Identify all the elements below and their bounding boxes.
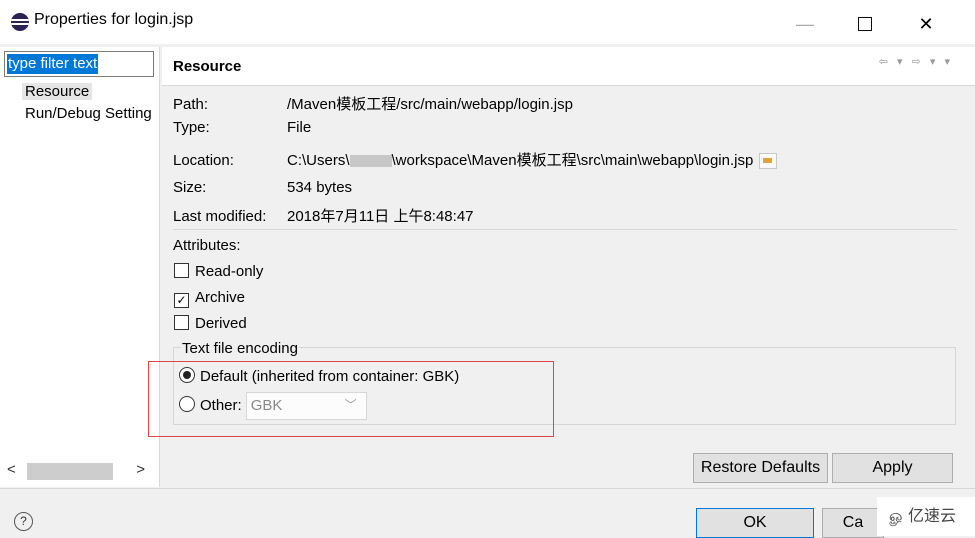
maximize-button[interactable] [842,10,888,38]
location-suffix: \workspace\Maven模板工程\src\main\webapp\log… [391,152,754,169]
watermark-logo-icon: ௐ [889,508,905,525]
checkbox-icon[interactable] [174,263,189,278]
path-value: /Maven模板工程/src/main/webapp/login.jsp [287,96,573,113]
page-title: Resource [173,58,242,75]
size-value: 534 bytes [287,179,353,196]
page-header: Resource ⇦ ▾ ⇨ ▾ ▾ [162,47,975,86]
modified-label: Last modified: [173,208,267,225]
redacted-username [349,155,392,168]
type-value: File [287,119,312,136]
ok-button[interactable]: OK [696,508,814,538]
attributes-heading: Attributes: [173,237,241,254]
encoding-group-label: Text file encoding [181,340,299,357]
restore-defaults-button[interactable]: Restore Defaults [693,453,828,483]
path-label: Path: [173,96,209,113]
window-title: Properties for login.jsp [34,11,194,28]
read-only-label: Read-only [195,263,264,280]
open-location-icon[interactable] [759,153,778,170]
archive-checkbox[interactable]: ✓ Archive [174,289,245,308]
derived-label: Derived [195,315,247,332]
eclipse-icon [11,13,29,31]
location-row: Location: C:\Users\ \workspace\Maven模板工程\s… [173,149,778,170]
apply-button[interactable]: Apply [832,453,953,483]
location-label: Location: [173,152,234,169]
footer-divider [0,488,975,489]
filter-text: type filter text [7,54,99,74]
tree-item-resource[interactable]: Resource [22,83,93,100]
maximize-icon [858,17,872,31]
filter-input[interactable]: type filter text [4,51,154,77]
close-button[interactable]: ✕ [903,10,949,38]
property-page-tree: type filter text Resource Run/Debug Sett… [0,47,160,487]
archive-label: Archive [195,289,246,306]
help-icon[interactable]: ? [14,512,33,531]
modified-row: Last modified: 2018年7月11日 上午8:48:47 [173,205,474,226]
modified-value: 2018年7月11日 上午8:48:47 [287,208,474,225]
cancel-button[interactable]: Ca [822,508,884,538]
title-bar: Properties for login.jsp — ✕ [0,0,975,44]
path-row: Path: /Maven模板工程/src/main/webapp/login.js… [173,93,573,114]
minimize-button[interactable]: — [782,10,828,38]
read-only-checkbox[interactable]: Read-only [174,263,263,280]
derived-checkbox[interactable]: Derived [174,315,247,332]
scrollbar-thumb[interactable] [27,463,113,480]
checkbox-icon[interactable] [174,315,189,330]
location-prefix: C:\Users\ [287,152,350,169]
size-label: Size: [173,179,207,196]
divider [173,229,957,230]
tree-item-run-debug-settings[interactable]: Run/Debug Settings [25,105,151,122]
navigation-arrows-icon[interactable]: ⇦ ▾ ⇨ ▾ ▾ [879,55,953,68]
checkmark-icon[interactable]: ✓ [174,293,189,308]
scroll-left-icon[interactable]: < [7,461,16,478]
highlight-annotation [148,361,554,437]
watermark: ௐ 亿速云 [877,497,975,536]
type-row: Type: File [173,119,311,136]
horizontal-scrollbar[interactable]: < > [3,459,151,481]
scroll-right-icon[interactable]: > [136,461,145,478]
size-row: Size: 534 bytes [173,179,352,196]
type-label: Type: [173,119,210,136]
watermark-text: 亿速云 [907,508,956,525]
